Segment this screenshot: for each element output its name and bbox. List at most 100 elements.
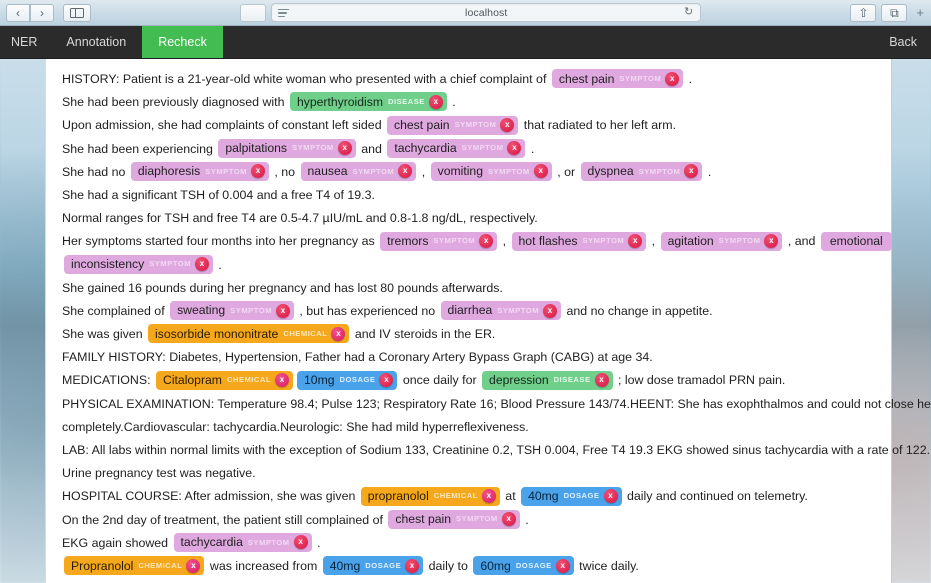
remove-entity-icon[interactable]: x (275, 373, 290, 388)
remove-entity-icon[interactable]: x (186, 558, 201, 573)
document-text: twice daily. (575, 558, 639, 573)
entity-term: nausea (307, 164, 348, 179)
line-physical-exam: PHYSICAL EXAMINATION: Temperature 98.4; … (62, 393, 931, 416)
entity-tag-symptom[interactable]: nausea SYMPTOM x (300, 161, 417, 181)
entity-term: chest pain (558, 71, 615, 86)
entity-tag-dosage[interactable]: 60mg DOSAGE x (473, 556, 574, 576)
entity-label: CHEMICAL (283, 328, 328, 338)
entity-tag-symptom[interactable]: diarrhea SYMPTOM x (440, 301, 562, 321)
nav-item-recheck-label: Recheck (158, 35, 207, 49)
line-urine: Urine pregnancy test was negative. (62, 462, 880, 485)
line-second-day: On the 2nd day of treatment, the patient… (62, 509, 880, 532)
entity-tag-symptom[interactable]: tachycardia SYMPTOM x (173, 532, 312, 552)
remove-entity-icon[interactable]: x (194, 257, 209, 272)
entity-tag-symptom[interactable]: agitation SYMPTOM x (660, 231, 783, 251)
share-button[interactable]: ⇧ (850, 3, 877, 22)
entity-tag-disease[interactable]: hyperthyroidism DISEASE x (289, 92, 447, 112)
nav-item-annotation[interactable]: Annotation (50, 26, 142, 58)
entity-term: 10mg (304, 373, 335, 388)
address-bar[interactable]: localhost ↻ (271, 3, 702, 22)
entity-tag-symptom[interactable]: vomiting SYMPTOM x (430, 161, 552, 181)
remove-entity-icon[interactable]: x (481, 489, 496, 504)
entity-tag-chemical[interactable]: isosorbide mononitrate CHEMICAL x (148, 324, 350, 344)
remove-entity-icon[interactable]: x (543, 303, 558, 318)
entity-tag-symptom[interactable]: hot flashes SYMPTOM x (511, 231, 647, 251)
line-thyroid-scan: A I-123 thyroid uptake scan demonstrated… (62, 578, 880, 583)
remove-entity-icon[interactable]: x (533, 164, 548, 179)
entity-tag-symptom[interactable]: emotional (820, 231, 892, 251)
entity-tag-chemical[interactable]: propranolol CHEMICAL x (360, 486, 500, 506)
entity-tag-symptom[interactable]: palpitations SYMPTOM x (218, 138, 356, 158)
document-text: . (685, 72, 693, 86)
document-text: FAMILY HISTORY: Diabetes, Hypertension, … (62, 350, 653, 365)
nav-item-ner[interactable]: NER (0, 26, 50, 58)
nav-back-button[interactable]: Back (873, 26, 931, 58)
remove-entity-icon[interactable]: x (684, 164, 699, 179)
entity-tag-symptom[interactable]: diaphoresis SYMPTOM x (130, 161, 269, 181)
entity-term: tachycardia (394, 141, 457, 156)
sidebar-toggle-button[interactable] (63, 3, 91, 22)
entity-tag-symptom[interactable]: chest pain SYMPTOM x (387, 115, 519, 135)
remove-entity-icon[interactable]: x (293, 535, 308, 550)
tabs-overview-button[interactable]: ⧉ (881, 3, 908, 22)
entity-label: DOSAGE (515, 560, 552, 570)
remove-entity-icon[interactable]: x (501, 512, 516, 527)
entity-term: vomiting (437, 164, 483, 179)
entity-term: depression (489, 373, 549, 388)
back-button[interactable]: ‹ (6, 3, 30, 22)
remove-entity-icon[interactable]: x (665, 71, 680, 86)
entity-term: hyperthyroidism (296, 94, 383, 109)
entity-tag-symptom[interactable]: dyspnea SYMPTOM x (580, 161, 703, 181)
entity-tag-symptom[interactable]: tachycardia SYMPTOM x (387, 138, 526, 158)
entity-tag-dosage[interactable]: 40mg DOSAGE x (521, 486, 622, 506)
remove-entity-icon[interactable]: x (555, 558, 570, 573)
line-tsh: She had a significant TSH of 0.004 and a… (62, 184, 880, 207)
entity-label: DOSAGE (563, 491, 600, 501)
line-cardiovascular: completely.Cardiovascular: tachycardia.N… (62, 416, 880, 439)
remove-entity-icon[interactable]: x (603, 489, 618, 504)
remove-entity-icon[interactable]: x (398, 164, 413, 179)
line-ekg-again: EKG again showed tachycardia SYMPTOM x . (62, 532, 880, 555)
entity-tag-symptom[interactable]: tremors SYMPTOM x (380, 231, 498, 251)
entity-tag-symptom[interactable]: inconsistency SYMPTOM x (64, 254, 213, 274)
toolbar-right-buttons: ⇧ ⧉ + (850, 3, 925, 22)
remove-entity-icon[interactable]: x (594, 373, 609, 388)
line-hospital-course: HOSPITAL COURSE: After admission, she wa… (62, 485, 880, 508)
entity-term: agitation (667, 233, 714, 248)
remove-entity-icon[interactable]: x (331, 326, 346, 341)
entity-tag-dosage[interactable]: 10mg DOSAGE x (297, 370, 398, 390)
entity-label: SYMPTOM (619, 73, 662, 83)
new-tab-button[interactable]: + (912, 5, 925, 20)
remove-entity-icon[interactable]: x (479, 234, 494, 249)
tabs-icon: ⧉ (890, 5, 899, 20)
entity-tag-symptom[interactable]: chest pain SYMPTOM x (388, 509, 520, 529)
remove-entity-icon[interactable]: x (500, 118, 515, 133)
reader-mode-button[interactable] (240, 3, 267, 22)
reload-icon[interactable]: ↻ (684, 7, 693, 18)
entity-tag-chemical[interactable]: Citalopram CHEMICAL x (156, 370, 294, 390)
document-text: PHYSICAL EXAMINATION: Temperature 98.4; … (62, 396, 931, 411)
line-lab: LAB: All labs within normal limits with … (62, 439, 930, 462)
remove-entity-icon[interactable]: x (628, 234, 643, 249)
line-isosorbide: She was given isosorbide mononitrate CHEM… (62, 323, 880, 346)
remove-entity-icon[interactable]: x (428, 94, 443, 109)
remove-entity-icon[interactable]: x (405, 558, 420, 573)
remove-entity-icon[interactable]: x (764, 234, 779, 249)
forward-button[interactable]: › (30, 3, 54, 22)
nav-item-recheck[interactable]: Recheck (142, 26, 223, 58)
entity-tag-disease[interactable]: depression DISEASE x (482, 370, 613, 390)
remove-entity-icon[interactable]: x (275, 303, 290, 318)
entity-tag-symptom[interactable]: chest pain SYMPTOM x (551, 69, 684, 89)
entity-term: sweating (177, 303, 226, 318)
remove-entity-icon[interactable]: x (337, 141, 352, 156)
entity-term: inconsistency (71, 257, 145, 272)
remove-entity-icon[interactable]: x (507, 141, 522, 156)
entity-tag-chemical[interactable]: Propranolol CHEMICAL x (64, 556, 205, 576)
document-text: daily to (425, 558, 472, 573)
entity-tag-symptom[interactable]: sweating SYMPTOM x (170, 301, 294, 321)
remove-entity-icon[interactable]: x (250, 164, 265, 179)
remove-entity-icon[interactable]: x (379, 373, 394, 388)
line-negatives: She had no diaphoresis SYMPTOM x , no naus… (62, 161, 880, 184)
entity-tag-dosage[interactable]: 40mg DOSAGE x (322, 556, 424, 576)
address-input[interactable]: localhost (272, 7, 700, 19)
